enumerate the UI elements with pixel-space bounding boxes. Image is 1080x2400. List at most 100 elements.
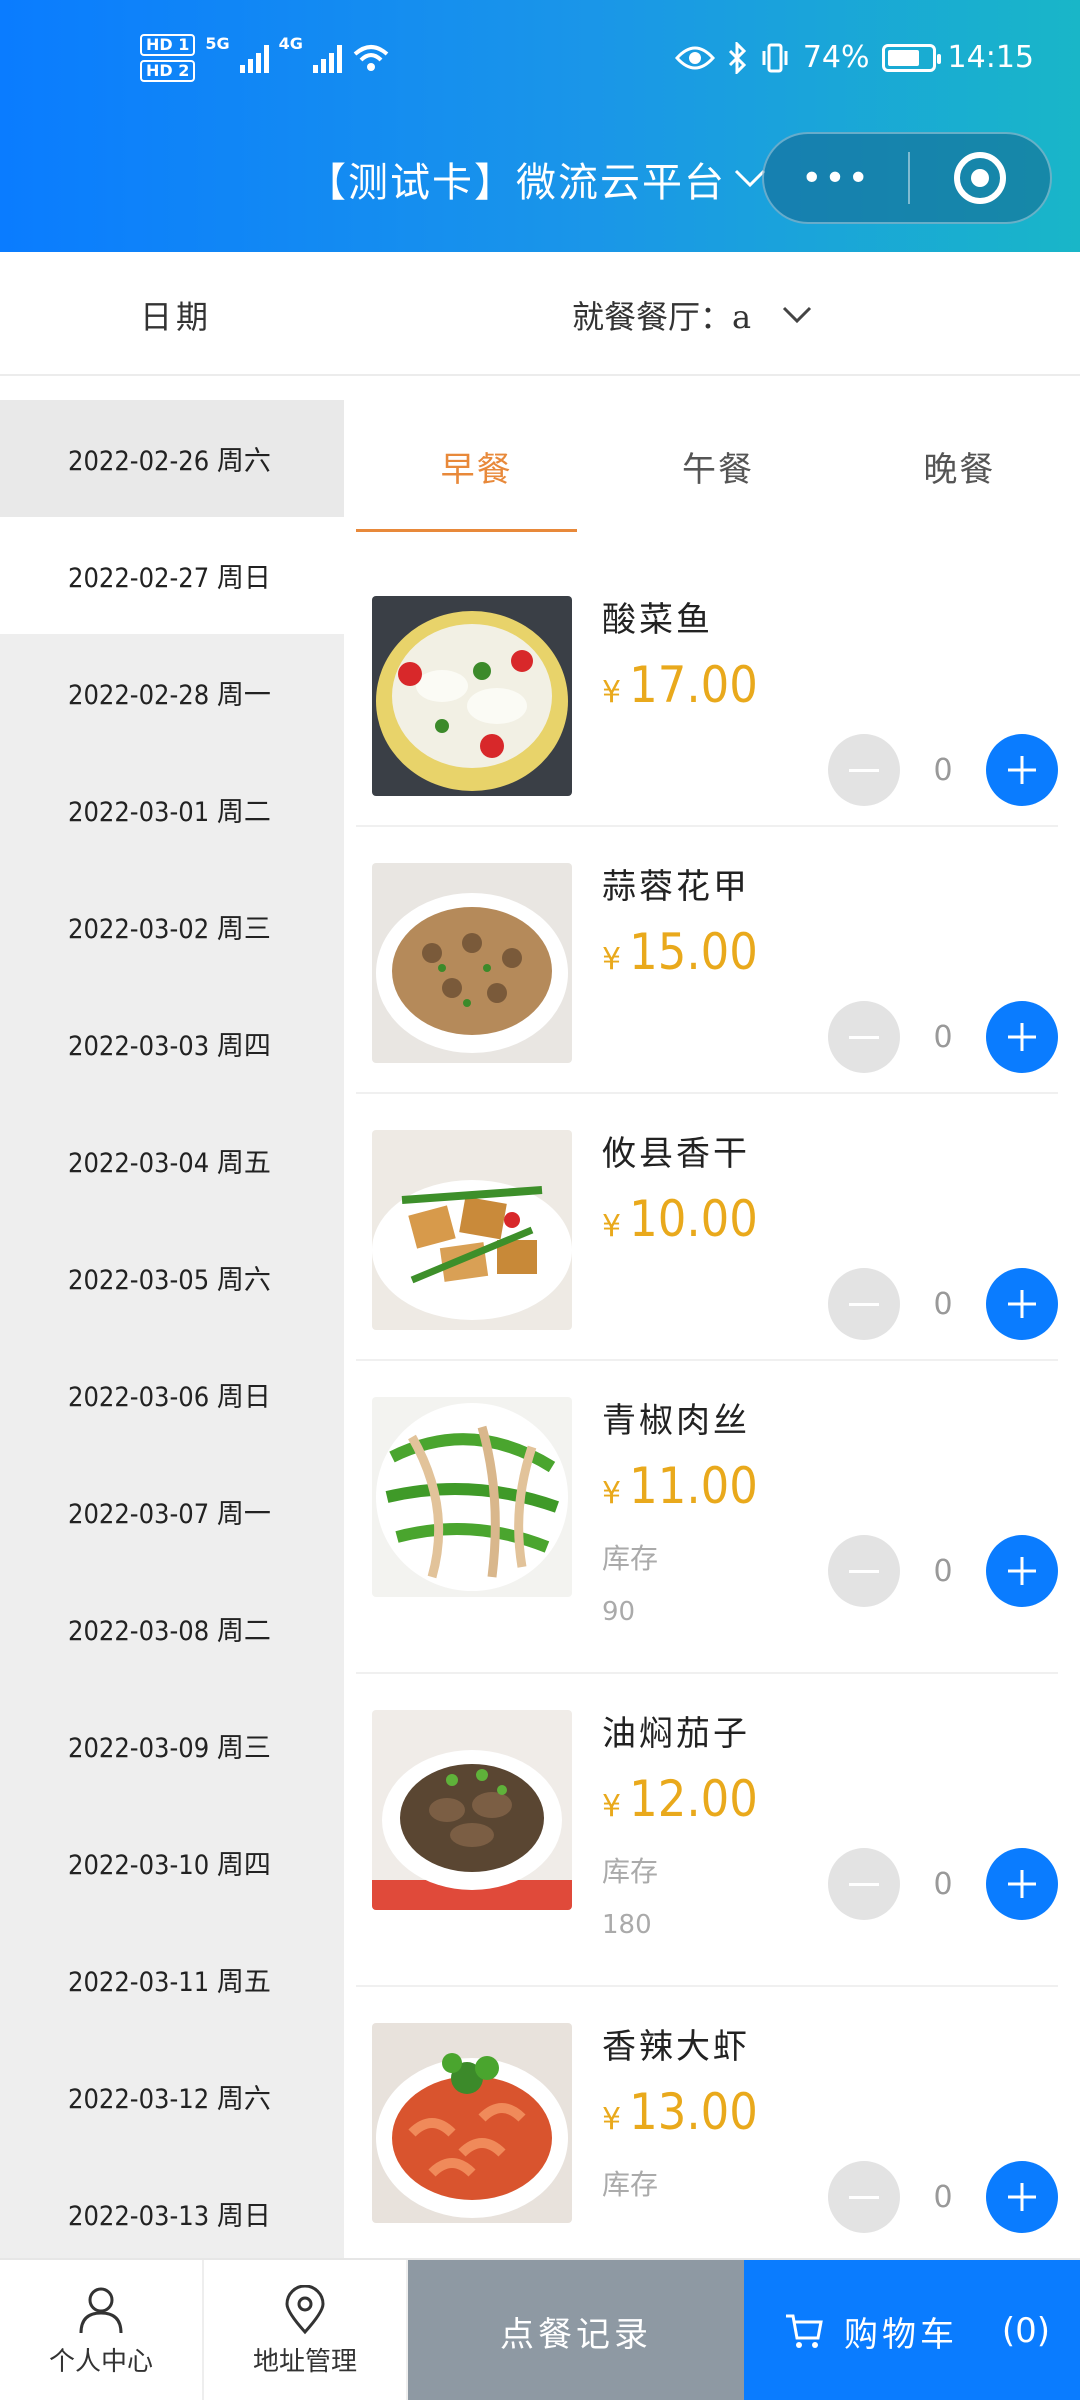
dish-price: ¥10.00 [602, 1190, 758, 1248]
dish-name: 青椒肉丝 [602, 1401, 750, 1441]
increase-button[interactable] [986, 1535, 1058, 1607]
date-item[interactable]: 2022-02-28 周一 [0, 634, 344, 751]
date-item[interactable]: 2022-03-02 周三 [0, 868, 344, 985]
quantity-stepper: 0 [828, 1535, 1058, 1607]
tab-lunch[interactable]: 午餐 [597, 400, 838, 532]
cart-button[interactable]: 购物车 (0) [744, 2260, 1080, 2400]
decrease-button[interactable] [828, 1535, 900, 1607]
price-value: 11.00 [629, 1457, 758, 1515]
order-records-button[interactable]: 点餐记录 [408, 2260, 744, 2400]
date-filter[interactable]: 日期 [140, 292, 212, 338]
header: HD 1 HD 2 5G 4G 74% 14:15 【测试卡】微流云平台 ••• [0, 0, 1080, 252]
restaurant-label: 就餐餐厅：a [572, 298, 752, 336]
increase-button[interactable] [986, 734, 1058, 806]
stock-label: 库存 [602, 1855, 659, 1888]
vibrate-icon [762, 43, 788, 72]
close-button[interactable] [910, 152, 1050, 204]
stock-value: 90 [602, 1597, 636, 1627]
dish-name: 酸菜鱼 [602, 600, 713, 640]
dish-name: 攸县香干 [602, 1134, 750, 1174]
signal-icon [239, 43, 269, 73]
currency-symbol: ¥ [602, 1476, 622, 1511]
quantity-value: 0 [933, 2179, 953, 2215]
filter-bar: 日期 就餐餐厅：a [0, 252, 1080, 376]
network-4g: 4G [278, 34, 303, 53]
price-value: 13.00 [629, 2083, 758, 2141]
date-item[interactable]: 2022-03-04 周五 [0, 1102, 344, 1219]
currency-symbol: ¥ [602, 675, 622, 710]
date-item[interactable]: 2022-03-11 周五 [0, 1921, 344, 2038]
quantity-stepper: 0 [828, 2161, 1058, 2233]
quantity-stepper: 0 [828, 1001, 1058, 1073]
nav-address[interactable]: 地址管理 [204, 2260, 408, 2400]
date-item[interactable]: 2022-02-26 周六 [0, 400, 344, 517]
currency-symbol: ¥ [602, 2102, 622, 2137]
quantity-value: 0 [933, 752, 953, 788]
price-value: 17.00 [629, 656, 758, 714]
dish-price: ¥13.00 [602, 2083, 758, 2141]
nav-profile[interactable]: 个人中心 [0, 2260, 204, 2400]
dish-item: 油焖茄子 ¥12.00 库存 180 0 [356, 1674, 1058, 1987]
currency-symbol: ¥ [602, 942, 622, 977]
restaurant-selector[interactable]: 就餐餐厅：a [572, 292, 813, 338]
price-value: 15.00 [629, 923, 758, 981]
cart-icon [786, 2314, 823, 2348]
decrease-button[interactable] [828, 734, 900, 806]
decrease-button[interactable] [828, 1268, 900, 1340]
chevron-down-icon [783, 306, 812, 324]
date-item[interactable]: 2022-02-27 周日 [0, 517, 344, 634]
cart-count: (0) [1001, 2311, 1050, 2351]
dish-name: 香辣大虾 [602, 2027, 750, 2067]
quantity-stepper: 0 [828, 1848, 1058, 1920]
date-item[interactable]: 2022-03-06 周日 [0, 1336, 344, 1453]
cart-label: 购物车 [844, 2314, 958, 2355]
date-item[interactable]: 2022-03-13 周日 [0, 2155, 344, 2260]
date-item[interactable]: 2022-03-09 周三 [0, 1687, 344, 1804]
date-item[interactable]: 2022-03-08 周二 [0, 1570, 344, 1687]
quantity-value: 0 [933, 1286, 953, 1322]
dish-name: 油焖茄子 [602, 1714, 750, 1754]
date-item[interactable]: 2022-03-07 周一 [0, 1453, 344, 1570]
location-pin-icon [285, 2284, 325, 2334]
increase-button[interactable] [986, 1268, 1058, 1340]
status-bar-left: HD 1 HD 2 5G 4G [140, 34, 390, 82]
wifi-icon [353, 45, 389, 71]
decrease-button[interactable] [828, 2161, 900, 2233]
more-button[interactable]: ••• [764, 158, 908, 199]
tab-dinner[interactable]: 晚餐 [839, 400, 1080, 532]
app-screen: HD 1 HD 2 5G 4G 74% 14:15 【测试卡】微流云平台 •••… [0, 0, 1080, 2400]
dish-item: 攸县香干 ¥10.00 0 [356, 1094, 1058, 1361]
status-bar-right: 74% 14:15 [674, 40, 1034, 75]
price-value: 12.00 [629, 1770, 758, 1828]
date-item[interactable]: 2022-03-03 周四 [0, 985, 344, 1102]
date-item[interactable]: 2022-03-01 周二 [0, 751, 344, 868]
dish-image [372, 863, 572, 1063]
dish-item: 青椒肉丝 ¥11.00 库存 90 0 [356, 1361, 1058, 1674]
tab-breakfast[interactable]: 早餐 [356, 400, 597, 532]
date-item[interactable]: 2022-03-12 周六 [0, 2038, 344, 2155]
currency-symbol: ¥ [602, 1209, 622, 1244]
dish-image [372, 1397, 572, 1597]
date-item[interactable]: 2022-03-10 周四 [0, 1804, 344, 1921]
stock-value: 180 [602, 1910, 652, 1940]
increase-button[interactable] [986, 2161, 1058, 2233]
dish-image [372, 1710, 572, 1910]
currency-symbol: ¥ [602, 1789, 622, 1824]
battery-percent: 74% [802, 40, 870, 75]
date-item[interactable]: 2022-03-05 周六 [0, 1219, 344, 1336]
title-text: 【测试卡】微流云平台 [306, 160, 726, 206]
increase-button[interactable] [986, 1848, 1058, 1920]
bluetooth-icon [728, 41, 746, 74]
person-icon [79, 2287, 123, 2333]
dish-price: ¥17.00 [602, 656, 758, 714]
hd2-badge: HD 2 [140, 60, 196, 82]
nav-profile-label: 个人中心 [48, 2346, 153, 2377]
decrease-button[interactable] [828, 1001, 900, 1073]
decrease-button[interactable] [828, 1848, 900, 1920]
close-circle-icon [954, 152, 1006, 204]
increase-button[interactable] [986, 1001, 1058, 1073]
page-title[interactable]: 【测试卡】微流云平台 [306, 150, 768, 208]
hd1-badge: HD 1 [140, 34, 196, 56]
eye-icon [674, 46, 715, 69]
dish-price: ¥12.00 [602, 1770, 758, 1828]
